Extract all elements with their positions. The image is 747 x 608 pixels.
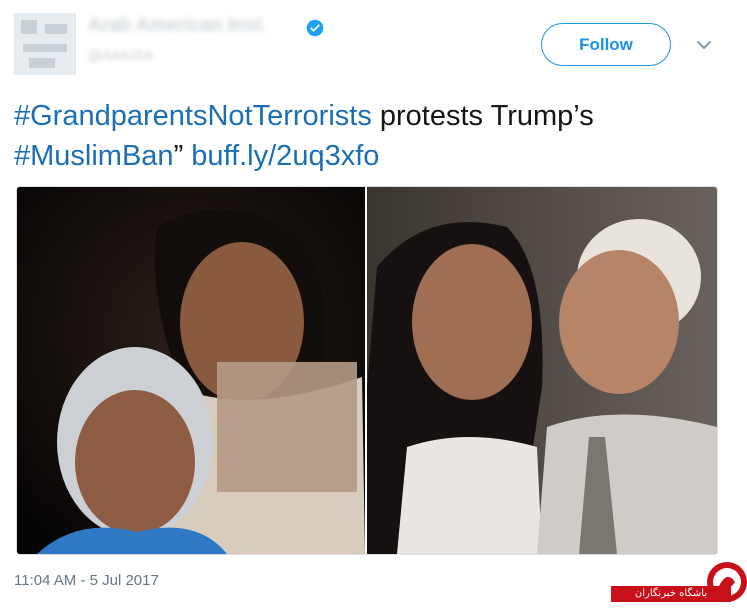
chevron-down-icon[interactable] xyxy=(692,33,716,57)
avatar[interactable] xyxy=(14,13,76,75)
display-name[interactable]: Arab American Inst. xyxy=(88,15,267,39)
avatar-block xyxy=(45,24,67,34)
timestamp[interactable]: 11:04 AM - 5 Jul 2017 xyxy=(14,572,159,589)
tweet-text: #GrandparentsNotTerrorists protests Trum… xyxy=(14,96,734,176)
hashtag-link[interactable]: #MuslimBan xyxy=(14,140,174,172)
hashtag-link[interactable]: #GrandparentsNotTerrorists xyxy=(14,100,372,132)
tweet-text-segment: ” xyxy=(173,140,192,172)
avatar-block xyxy=(21,20,37,34)
tweet-text-segment: protests Trump’s xyxy=(371,100,594,132)
photo-left[interactable] xyxy=(17,187,365,554)
watermark-text: باشگاه خبرنگاران xyxy=(611,586,731,602)
avatar-block xyxy=(23,44,67,52)
verified-icon xyxy=(306,19,324,37)
photo-right[interactable] xyxy=(367,187,717,554)
watermark-logo: باشگاه خبرنگاران xyxy=(611,556,747,608)
follow-button[interactable]: Follow xyxy=(541,23,671,66)
avatar-block xyxy=(29,58,55,68)
photo-left-image xyxy=(17,187,365,554)
photo-right-image xyxy=(367,187,717,554)
user-handle[interactable]: @AAIUSA xyxy=(88,47,154,63)
url-link[interactable]: buff.ly/2uq3xfo xyxy=(191,140,379,172)
tweet-media[interactable] xyxy=(16,186,718,555)
